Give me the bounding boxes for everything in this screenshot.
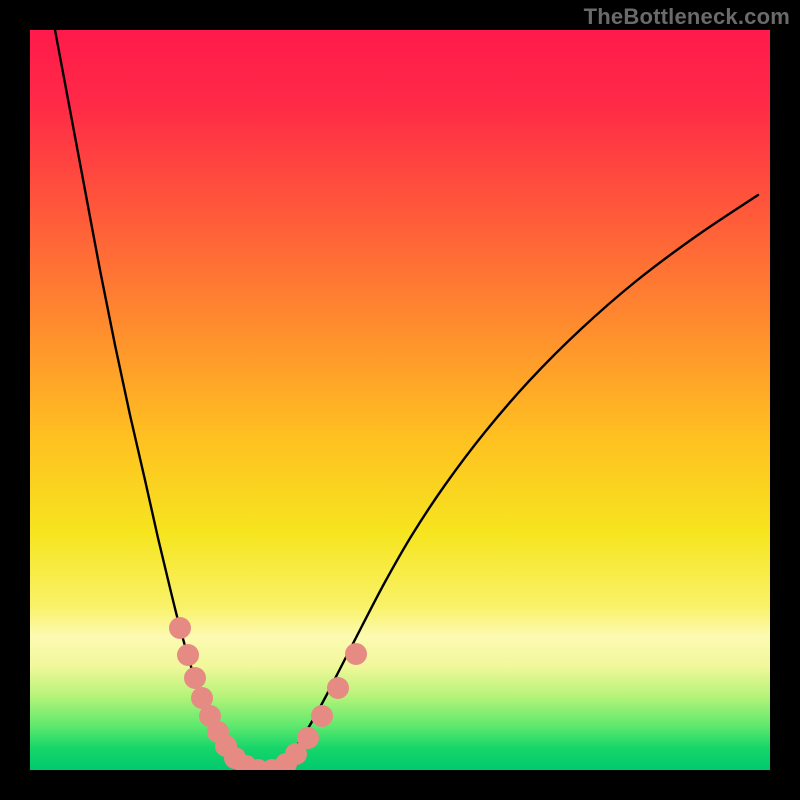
curve-markers [169,617,367,770]
curve-layer [30,30,770,770]
marker-dot [169,617,191,639]
marker-dot [311,705,333,727]
plot-area [30,30,770,770]
marker-dot [184,667,206,689]
bottleneck-curve [55,30,758,770]
marker-dot [345,643,367,665]
marker-dot [297,727,319,749]
marker-dot [327,677,349,699]
watermark-text: TheBottleneck.com [584,4,790,30]
marker-dot [177,644,199,666]
chart-frame: TheBottleneck.com [0,0,800,800]
